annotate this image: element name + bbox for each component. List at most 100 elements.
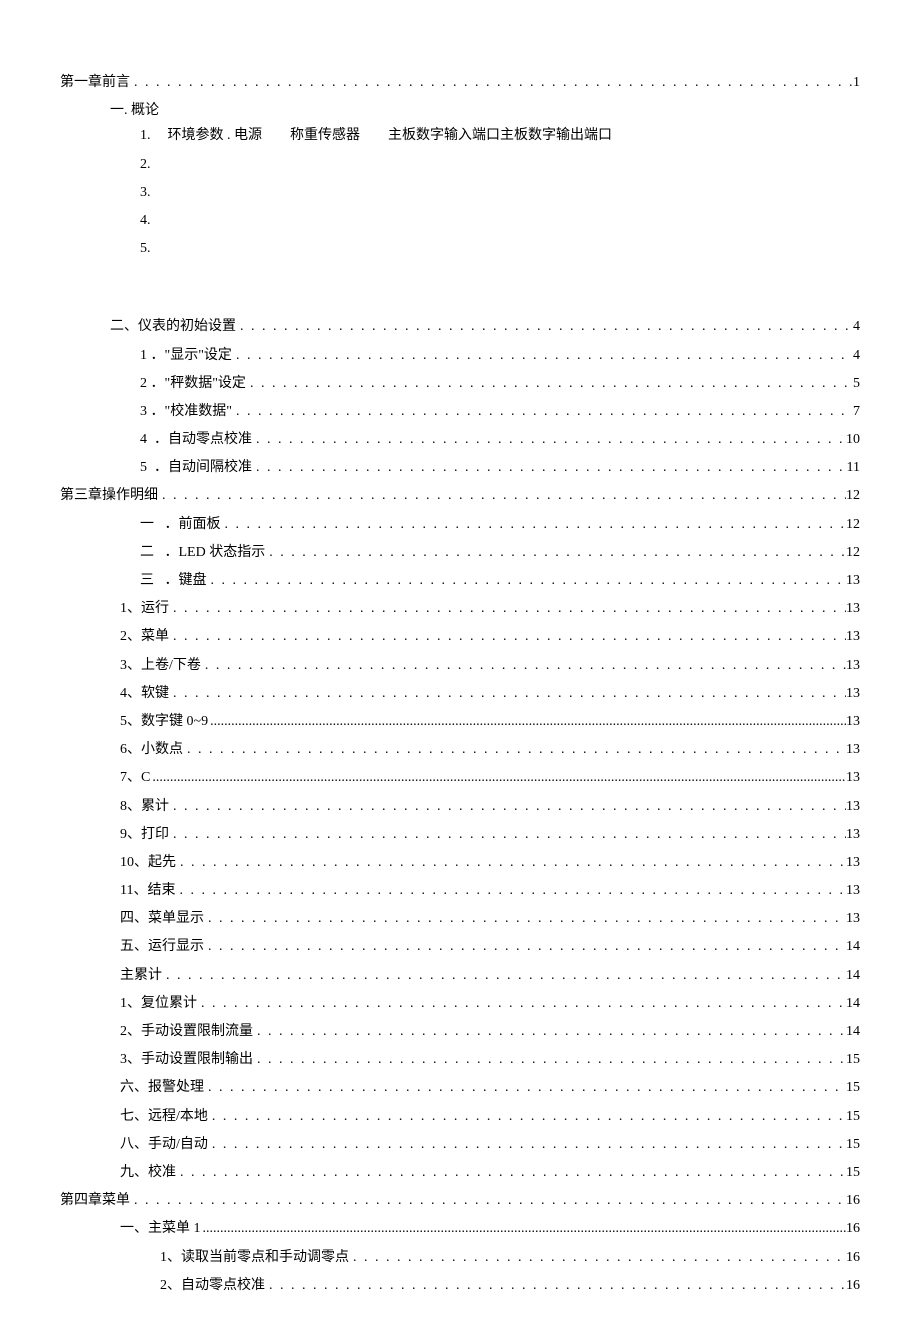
toc-label: 一. 概论 — [110, 103, 159, 118]
toc-entry: 第一章前言 1 — [60, 70, 860, 95]
toc-page: 13 — [846, 709, 860, 734]
toc-label: 1、复位累计 — [120, 991, 197, 1016]
toc-page: 15 — [846, 1132, 860, 1157]
toc-label: 3、上卷/下卷 — [120, 653, 201, 678]
toc-label: 主累计 — [120, 963, 162, 988]
toc-label: 二、仪表的初始设置 — [110, 314, 236, 339]
toc-entry: 1、运行 13 — [60, 596, 860, 621]
toc-page: 13 — [846, 737, 860, 762]
toc-entry: 7、C 13 — [60, 765, 860, 790]
toc-page: 4 — [853, 314, 860, 339]
toc-page: 15 — [846, 1047, 860, 1072]
toc-entry: 五、运行显示 14 — [60, 934, 860, 959]
toc-leader — [253, 1019, 846, 1044]
toc-leader — [169, 822, 846, 847]
toc-leader — [204, 934, 846, 959]
toc-page: 15 — [846, 1075, 860, 1100]
toc-entry: 一. 概论 — [60, 98, 860, 123]
toc-leader — [201, 1216, 847, 1241]
toc-num: 5. — [140, 236, 164, 261]
toc-page: 13 — [846, 822, 860, 847]
toc-entry: 三 ．键盘 13 — [60, 568, 860, 593]
toc-leader — [176, 850, 846, 875]
toc-leader — [208, 1132, 846, 1157]
toc-page: 15 — [846, 1160, 860, 1185]
toc-page: 14 — [846, 1019, 860, 1044]
toc-entry: 11、结束 13 — [60, 878, 860, 903]
toc-page: 13 — [846, 765, 860, 790]
toc-leader — [204, 906, 846, 931]
toc-entry: 2 ．"秤数据"设定 5 — [60, 371, 860, 396]
toc-entry: 5 ．自动间隔校准 11 — [60, 455, 860, 480]
toc-leader — [252, 455, 847, 480]
toc-label: 10、起先 — [120, 850, 176, 875]
toc-label: 1、读取当前零点和手动调零点 — [160, 1245, 349, 1270]
toc-num: 1. — [140, 123, 164, 148]
toc-page: 13 — [846, 624, 860, 649]
toc-num: 4. — [140, 208, 164, 233]
toc-entry: 1 ．"显示"设定 4 — [60, 343, 860, 368]
toc-leader — [252, 427, 846, 452]
toc-page: 13 — [846, 794, 860, 819]
toc-label: 8、累计 — [120, 794, 169, 819]
toc-label: 第四章菜单 — [60, 1188, 130, 1213]
toc-label: 八、手动/自动 — [120, 1132, 208, 1157]
toc-label: 七、远程/本地 — [120, 1104, 208, 1129]
toc-leader — [197, 991, 846, 1016]
toc-leader — [265, 540, 846, 565]
toc-leader — [204, 1075, 846, 1100]
toc-leader — [246, 371, 853, 396]
toc-entry: 5、数字键 0~9 13 — [60, 709, 860, 734]
toc-page: 12 — [846, 512, 860, 537]
toc-leader — [150, 765, 846, 790]
toc-label: 二 ．LED 状态指示 — [140, 540, 265, 565]
toc-label: 六、报警处理 — [120, 1075, 204, 1100]
toc-entry: 主累计 14 — [60, 963, 860, 988]
toc-label: 环境参数 . 电源 称重传感器 主板数字输入端口主板数字输出端口 — [168, 128, 613, 143]
toc-leader — [162, 963, 846, 988]
toc-entry: 九、校准 15 — [60, 1160, 860, 1185]
toc-page: 13 — [846, 850, 860, 875]
toc-entry: 6、小数点 13 — [60, 737, 860, 762]
toc-entry: 10、起先 13 — [60, 850, 860, 875]
toc-entry: 4、软键 13 — [60, 681, 860, 706]
toc-leader — [130, 70, 853, 95]
toc-leader — [236, 314, 853, 339]
toc-entry: 4 ．自动零点校准 10 — [60, 427, 860, 452]
toc-entry: 3. — [60, 180, 860, 205]
toc-label: 四、菜单显示 — [120, 906, 204, 931]
toc-leader — [221, 512, 847, 537]
toc-label: 11、结束 — [120, 878, 175, 903]
toc-entry: 9、打印 13 — [60, 822, 860, 847]
toc-label: 5 ．自动间隔校准 — [140, 455, 252, 480]
toc-leader — [349, 1245, 846, 1270]
toc-num: 3. — [140, 180, 164, 205]
toc-entry: 1、复位累计 14 — [60, 991, 860, 1016]
toc-leader — [176, 1160, 846, 1185]
toc-label: 3、手动设置限制输出 — [120, 1047, 253, 1072]
toc-leader — [169, 596, 846, 621]
toc-entry: 一、主菜单 1 16 — [60, 1216, 860, 1241]
toc-label: 2、自动零点校准 — [160, 1273, 265, 1298]
toc-page: 12 — [846, 483, 860, 508]
toc-label: 2、手动设置限制流量 — [120, 1019, 253, 1044]
toc-page: 16 — [846, 1245, 860, 1270]
toc-page: 10 — [846, 427, 860, 452]
toc-page: 1 — [853, 70, 860, 95]
toc-page: 14 — [846, 934, 860, 959]
toc-entry: 1、读取当前零点和手动调零点 16 — [60, 1245, 860, 1270]
toc-label: 1 ．"显示"设定 — [140, 343, 232, 368]
toc-page: 7 — [853, 399, 860, 424]
toc-entry: 八、手动/自动 15 — [60, 1132, 860, 1157]
toc-leader — [253, 1047, 846, 1072]
toc-entry: 第四章菜单 16 — [60, 1188, 860, 1213]
toc-entry: 3 ．"校准数据" 7 — [60, 399, 860, 424]
toc-page: 13 — [846, 596, 860, 621]
toc-page: 11 — [847, 455, 860, 480]
toc-page: 12 — [846, 540, 860, 565]
toc-entry: 1. 环境参数 . 电源 称重传感器 主板数字输入端口主板数字输出端口 — [60, 123, 860, 148]
toc-label: 五、运行显示 — [120, 934, 204, 959]
toc-label: 7、C — [120, 765, 150, 790]
toc-label: 4 ．自动零点校准 — [140, 427, 252, 452]
toc-leader — [169, 624, 846, 649]
